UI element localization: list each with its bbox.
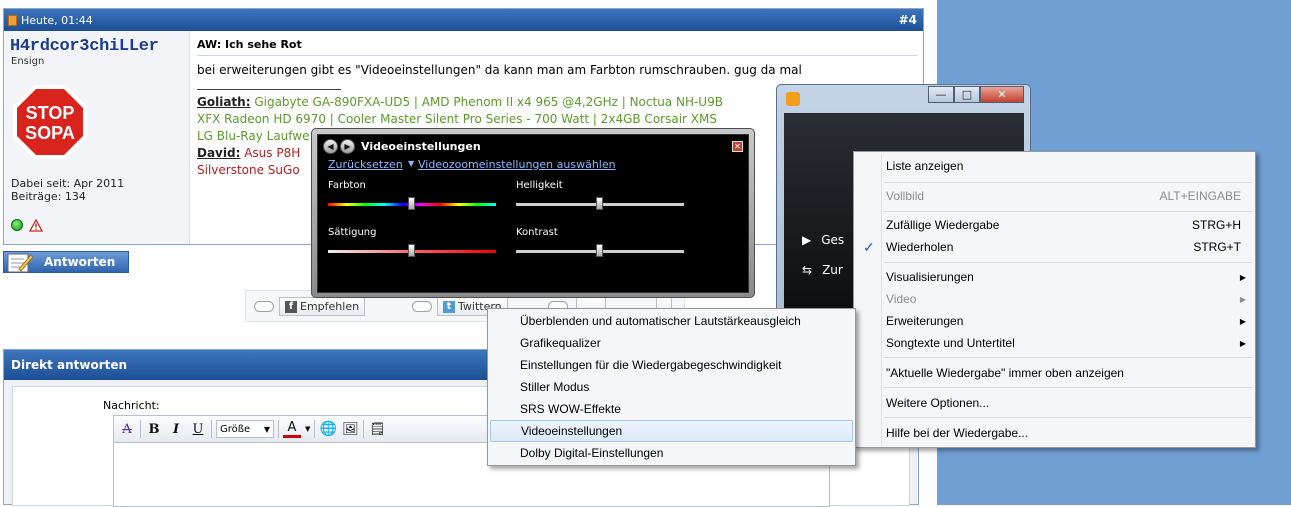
brightness-slider-thumb[interactable] (596, 197, 603, 210)
user-joined: Dabei seit: Apr 2011 (11, 177, 125, 190)
media-player-icon (786, 92, 800, 106)
font-size-select[interactable]: Größe ▼ (216, 420, 274, 438)
switch-view-icon: ⇆ (802, 263, 813, 277)
avatar-text-sopa: SOPA (25, 123, 75, 143)
back-arrow-icon[interactable]: ◀ (323, 139, 338, 154)
hue-label: Farbton (328, 180, 366, 191)
submenu-arrow-icon: ▶ (1239, 338, 1246, 348)
facebook-icon: f (285, 300, 297, 313)
menu-item-lyrics-subtitles[interactable]: Songtexte und Untertitel ▶ (856, 332, 1253, 354)
menu-item-enhancements[interactable]: Erweiterungen ▶ (856, 310, 1253, 332)
post-text: bei erweiterungen gibt es "Videoeinstell… (197, 63, 802, 77)
player-item-switch[interactable]: ⇆ Zur (802, 263, 843, 277)
maximize-button[interactable]: □ (954, 86, 980, 103)
menu-item-shuffle[interactable]: Zufällige Wiedergabe STRG+H (856, 214, 1253, 236)
underline-button[interactable]: U (189, 420, 207, 438)
reply-pencil-icon (7, 253, 34, 273)
menu-item-visualizations[interactable]: Visualisierungen ▶ (856, 266, 1253, 288)
submenu-item-video-settings[interactable]: Videoeinstellungen (490, 420, 853, 442)
menu-item-fullscreen[interactable]: Vollbild ALT+EINGABE (856, 185, 1253, 207)
video-settings-window: ◀ ▶ Videoeinstellungen ✕ Zurücksetzen ▼ … (311, 128, 755, 298)
zoom-dropdown-icon[interactable]: ▼ (408, 159, 414, 168)
player-item-play[interactable]: ▶ Ges (802, 233, 844, 247)
post-date: Heute, 01:44 (21, 13, 93, 27)
avatar-text-stop: STOP (26, 103, 75, 123)
username-link[interactable]: H4rdcor3chiLLer (10, 37, 159, 56)
enhancements-submenu: Überblenden und automatischer Lautstärke… (487, 308, 856, 466)
message-label: Nachricht: (103, 399, 160, 412)
submenu-item-equalizer[interactable]: Grafikequalizer (490, 332, 853, 354)
recommend-label: Empfehlen (300, 300, 360, 313)
post-page-icon (8, 14, 17, 26)
insert-image-icon[interactable]: 🖼 (341, 420, 359, 438)
forward-arrow-icon[interactable]: ▶ (340, 139, 355, 154)
sig-goliath-text: Gigabyte GA-890FXA-UD5 | AMD Phenom II x… (250, 95, 723, 109)
facebook-toggle[interactable] (254, 301, 274, 312)
close-button[interactable]: ✕ (980, 86, 1024, 103)
post-number-link[interactable]: #4 (899, 13, 917, 27)
submenu-item-dolby-digital[interactable]: Dolby Digital-Einstellungen (490, 442, 853, 464)
insert-link-icon[interactable]: 🌐 (319, 420, 337, 438)
submenu-item-srs-wow[interactable]: SRS WOW-Effekte (490, 398, 853, 420)
brightness-label: Helligkeit (516, 180, 563, 191)
menu-item-video[interactable]: Video ▶ (856, 288, 1253, 310)
submenu-arrow-icon: ▶ (1239, 294, 1246, 304)
contrast-label: Kontrast (516, 227, 558, 238)
user-info-pane: H4rdcor3chiLLer Ensign STOP SOPA Dabei s… (4, 31, 190, 244)
twitter-toggle[interactable] (412, 301, 432, 312)
video-settings-close-icon[interactable]: ✕ (732, 141, 743, 152)
recommend-button[interactable]: f Empfehlen (279, 297, 366, 316)
post-title: AW: Ich sehe Rot (197, 38, 302, 51)
hue-slider[interactable] (328, 197, 496, 210)
menu-item-more-options[interactable]: Weitere Optionen... (856, 392, 1253, 414)
report-warning-icon[interactable] (29, 219, 43, 232)
saturation-label: Sättigung (328, 227, 377, 238)
twitter-icon: t (443, 300, 455, 313)
contrast-slider[interactable] (516, 244, 684, 257)
submenu-item-crossfade[interactable]: Überblenden und automatischer Lautstärke… (490, 310, 853, 332)
video-settings-title: Videoeinstellungen (361, 140, 481, 153)
minimize-button[interactable]: — (928, 86, 954, 103)
reply-button-label: Antworten (44, 255, 116, 269)
reset-link[interactable]: Zurücksetzen (328, 158, 403, 171)
player-context-menu: Liste anzeigen Vollbild ALT+EINGABE Zufäl… (853, 151, 1256, 448)
brightness-slider[interactable] (516, 197, 684, 210)
user-rank: Ensign (11, 56, 45, 67)
quote-icon[interactable]: 🗒 (368, 420, 386, 438)
menu-item-repeat[interactable]: ✓ Wiederholen STRG+T (856, 236, 1253, 258)
remove-format-icon[interactable]: A (118, 420, 136, 438)
hue-slider-thumb[interactable] (408, 197, 415, 210)
submenu-arrow-icon: ▶ (1239, 316, 1246, 326)
sig-goliath-label: Goliath: (197, 95, 251, 109)
player-item-label-2: Zur (822, 263, 843, 277)
avatar[interactable]: STOP SOPA (11, 83, 89, 161)
menu-item-always-on-top[interactable]: "Aktuelle Wiedergabe" immer oben anzeige… (856, 362, 1253, 384)
font-size-value: Größe (220, 423, 251, 435)
bold-button[interactable]: B (145, 420, 163, 438)
menu-item-help[interactable]: Hilfe bei der Wiedergabe... (856, 422, 1253, 444)
submenu-item-playback-speed[interactable]: Einstellungen für die Wiedergabegeschwin… (490, 354, 853, 376)
user-stats: Dabei seit: Apr 2011 Beiträge: 134 (11, 177, 124, 203)
sig-david-text: Asus P8H (240, 146, 301, 160)
post-header: Heute, 01:44 #4 (4, 9, 923, 31)
zoom-settings-link[interactable]: Videozoomeinstellungen auswählen (418, 158, 616, 171)
play-icon: ▶ (802, 233, 812, 247)
saturation-slider[interactable] (328, 244, 496, 257)
font-color-dropdown-icon[interactable]: ▼ (305, 425, 310, 433)
user-posts: Beiträge: 134 (11, 190, 86, 203)
player-item-label-1: Ges (821, 233, 845, 247)
reply-button[interactable]: Antworten (3, 251, 129, 273)
submenu-arrow-icon: ▶ (1239, 272, 1246, 282)
online-status-icon (11, 219, 23, 231)
italic-button[interactable]: I (167, 420, 185, 438)
font-color-button[interactable]: A (283, 420, 301, 438)
menu-item-show-list[interactable]: Liste anzeigen (856, 155, 1253, 177)
submenu-item-quiet-mode[interactable]: Stiller Modus (490, 376, 853, 398)
checkmark-icon: ✓ (863, 238, 875, 255)
saturation-slider-thumb[interactable] (408, 244, 415, 257)
contrast-slider-thumb[interactable] (596, 244, 603, 257)
sig-david-label: David: (197, 146, 241, 160)
